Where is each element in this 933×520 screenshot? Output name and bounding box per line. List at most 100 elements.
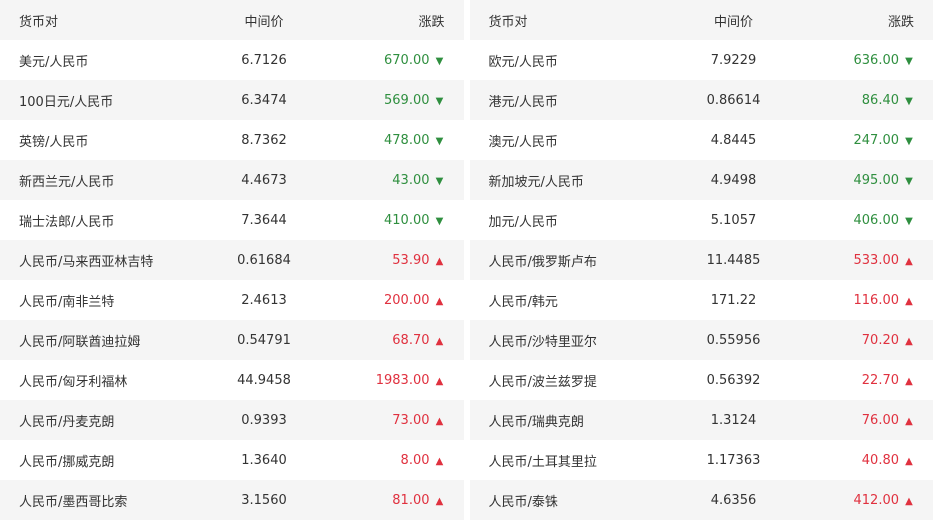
currency-pair[interactable]: 美元/人民币 [0, 40, 189, 80]
change-value: 569.00 [384, 93, 430, 108]
table-row[interactable]: 美元/人民币6.7126670.00▼ [0, 40, 464, 80]
change-value: 406.00 [854, 213, 900, 228]
table-header-row: 货币对 中间价 涨跌 [0, 0, 464, 40]
table-row[interactable]: 人民币/韩元171.22116.00▲ [470, 280, 933, 320]
rate-rows-right: 欧元/人民币7.9229 636.00 ▼ 港元/人民币0.8661486.40▼澳元… [470, 40, 933, 520]
change-cell: 81.00▲ [339, 480, 464, 520]
header-change: 涨跌 [809, 0, 933, 40]
mid-rate: 7.9229 [659, 40, 809, 80]
triangle-down-icon: ▼ [435, 176, 445, 187]
table-row[interactable]: 人民币/南非兰特2.4613200.00▲ [0, 280, 464, 320]
triangle-down-icon: ▼ [904, 56, 914, 67]
change-value: 670.00 [384, 53, 430, 68]
change-value: 412.00 [854, 493, 900, 508]
currency-pair[interactable]: 人民币/匈牙利福林 [0, 360, 189, 400]
mid-rate: 0.9393 [189, 400, 339, 440]
triangle-up-icon: ▲ [435, 456, 445, 467]
table-row[interactable]: 人民币/瑞典克朗1.312476.00▲ [470, 400, 933, 440]
change-cell: 247.00▼ [809, 120, 933, 160]
change-value: 22.70 [862, 373, 899, 388]
currency-pair[interactable]: 人民币/南非兰特 [0, 280, 189, 320]
currency-pair[interactable]: 人民币/沙特里亚尔 [470, 320, 659, 360]
table-row[interactable]: 人民币/匈牙利福林44.94581983.00▲ [0, 360, 464, 400]
currency-pair[interactable]: 人民币/马来西亚林吉特 [0, 240, 189, 280]
rate-rows-left: 美元/人民币6.7126670.00▼100日元/人民币6.3474569.00… [0, 40, 464, 520]
currency-pair[interactable]: 人民币/墨西哥比索 [0, 480, 189, 520]
currency-pair[interactable]: 英镑/人民币 [0, 120, 189, 160]
currency-pair[interactable]: 新加坡元/人民币 [470, 160, 659, 200]
table-row[interactable]: 人民币/俄罗斯卢布11.4485533.00▲ [470, 240, 933, 280]
table-row[interactable]: 100日元/人民币6.3474569.00▼ [0, 80, 464, 120]
change-cell: 406.00 ▼ [809, 200, 933, 240]
mid-rate: 6.3474 [189, 80, 339, 120]
currency-pair[interactable]: 人民币/俄罗斯卢布 [470, 240, 659, 280]
currency-pair[interactable]: 人民币/土耳其里拉 [470, 440, 659, 480]
table-row[interactable]: 人民币/波兰兹罗提0.5639222.70▲ [470, 360, 933, 400]
table-row[interactable]: 港元/人民币0.8661486.40▼ [470, 80, 933, 120]
currency-pair[interactable]: 澳元/人民币 [470, 120, 659, 160]
mid-rate: 0.86614 [659, 80, 809, 120]
mid-rate: 0.55956 [659, 320, 809, 360]
triangle-up-icon: ▲ [435, 336, 445, 347]
mid-rate: 1.3124 [659, 400, 809, 440]
triangle-up-icon: ▲ [435, 496, 445, 507]
change-cell: 43.00 ▼ [339, 160, 464, 200]
currency-pair[interactable]: 人民币/瑞典克朗 [470, 400, 659, 440]
currency-pair[interactable]: 加元/人民币 [470, 200, 659, 240]
change-cell: 569.00▼ [339, 80, 464, 120]
table-row[interactable]: 加元/人民币5.1057406.00▼ [470, 200, 933, 240]
triangle-up-icon: ▲ [435, 376, 445, 387]
change-value: 478.00 [384, 133, 430, 148]
triangle-down-icon: ▼ [435, 136, 445, 147]
change-value: 53.90 [392, 253, 429, 268]
table-row[interactable]: 人民币/沙特里亚尔0.5595670.20▲ [470, 320, 933, 360]
table-row[interactable]: 人民币/丹麦克朗0.939373.00▲ [0, 400, 464, 440]
mid-rate: 0.61684 [189, 240, 339, 280]
currency-pair[interactable]: 人民币/丹麦克朗 [0, 400, 189, 440]
currency-pair[interactable]: 欧元/人民币 [470, 40, 659, 80]
table-row[interactable]: 英镑/人民币8.7362478.00▼ [0, 120, 464, 160]
currency-pair[interactable]: 100日元/人民币 [0, 80, 189, 120]
exchange-rate-board: 货币对 中间价 涨跌 美元/人民币6.7126670.00▼100日元/人民币6… [0, 0, 933, 520]
change-cell: 412.00 ▲ [809, 480, 933, 520]
change-value: 8.00 [401, 453, 430, 468]
table-row[interactable]: 人民币/阿联酋迪拉姆0.5479168.70▲ [0, 320, 464, 360]
change-value: 410.00 [384, 213, 430, 228]
table-row[interactable]: 澳元/人民币4.8445247.00▼ [470, 120, 933, 160]
change-cell: 478.00 ▼ [339, 120, 464, 160]
mid-rate: 11.4485 [659, 240, 809, 280]
triangle-up-icon: ▲ [904, 256, 914, 267]
change-cell: 70.20▲ [809, 320, 933, 360]
currency-pair[interactable]: 人民币/韩元 [470, 280, 659, 320]
triangle-down-icon: ▼ [904, 176, 914, 187]
change-value: 43.00 [392, 173, 429, 188]
mid-rate: 4.6356 [659, 480, 809, 520]
currency-pair[interactable]: 瑞士法郎/人民币 [0, 200, 189, 240]
currency-pair[interactable]: 港元/人民币 [470, 80, 659, 120]
table-row[interactable]: 人民币/泰铢4.6356 412.00 ▲ [470, 480, 933, 520]
triangle-down-icon: ▼ [904, 216, 914, 227]
change-cell: 533.00▲ [809, 240, 933, 280]
table-row[interactable]: 欧元/人民币7.9229 636.00 ▼ [470, 40, 933, 80]
change-cell: 200.00▲ [339, 280, 464, 320]
table-row[interactable]: 人民币/墨西哥比索3.156081.00▲ [0, 480, 464, 520]
change-cell: 68.70▲ [339, 320, 464, 360]
header-pair: 货币对 [470, 0, 659, 40]
currency-pair[interactable]: 人民币/挪威克朗 [0, 440, 189, 480]
change-value: 636.00 [854, 53, 900, 68]
table-row[interactable]: 人民币/马来西亚林吉特0.6168453.90▲ [0, 240, 464, 280]
change-cell: 410.00▼ [339, 200, 464, 240]
change-cell: 73.00▲ [339, 400, 464, 440]
currency-pair[interactable]: 新西兰元/人民币 [0, 160, 189, 200]
rate-table-right: 货币对 中间价 涨跌 欧元/人民币7.9229636.00▼港元/人民币0.86… [470, 0, 933, 520]
table-row[interactable]: 新加坡元/人民币4.9498495.00▼ [470, 160, 933, 200]
currency-pair[interactable]: 人民币/波兰兹罗提 [470, 360, 659, 400]
triangle-up-icon: ▲ [904, 496, 914, 507]
table-row[interactable]: 瑞士法郎/人民币7.3644410.00▼ [0, 200, 464, 240]
table-row[interactable]: 新西兰元/人民币4.467343.00▼ [0, 160, 464, 200]
currency-pair[interactable]: 人民币/泰铢 [470, 480, 659, 520]
table-row[interactable]: 人民币/土耳其里拉1.1736340.80▲ [470, 440, 933, 480]
header-pair: 货币对 [0, 0, 189, 40]
table-row[interactable]: 人民币/挪威克朗1.36408.00▲ [0, 440, 464, 480]
currency-pair[interactable]: 人民币/阿联酋迪拉姆 [0, 320, 189, 360]
